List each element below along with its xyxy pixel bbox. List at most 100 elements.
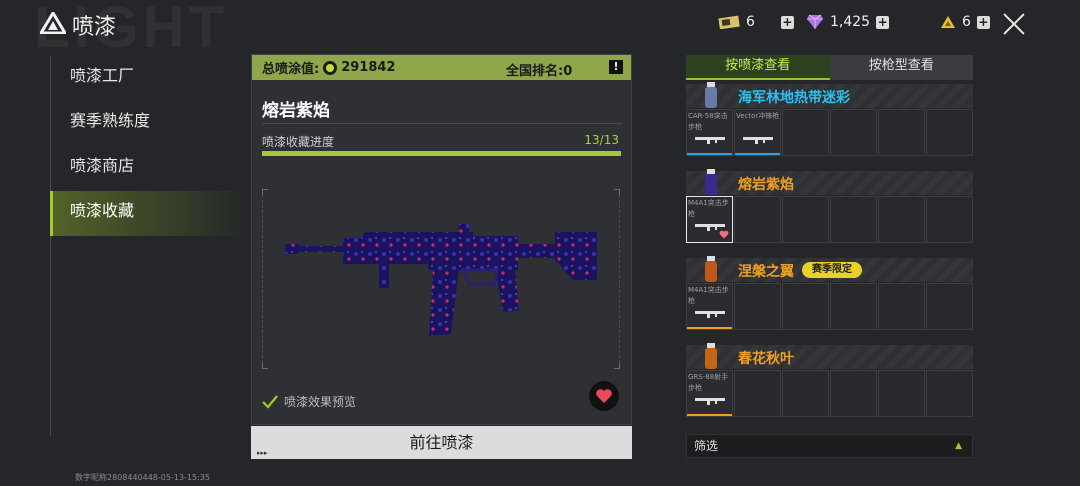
go-to-spray-button[interactable]: 前往喷漆 ▸▸▸ [251, 426, 632, 459]
empty-weapon-slot [926, 196, 973, 243]
empty-weapon-slot [926, 283, 973, 330]
rarity-underline [735, 153, 780, 155]
gold-count: 6 [962, 14, 971, 30]
rarity-underline [687, 327, 732, 329]
weapon-slots: CAR-58突击步枪 Vector冲锋枪 [686, 109, 973, 156]
corner-mark [262, 363, 268, 369]
heart-icon [596, 389, 612, 403]
total-spray-value: 291842 [341, 60, 396, 75]
empty-weapon-slot [926, 370, 973, 417]
ticket-icon [718, 15, 740, 29]
diamond-count: 1,425 [830, 14, 871, 30]
weapon-slot[interactable]: M4A1突击步枪 [686, 283, 733, 330]
page-title: 喷漆 [72, 15, 117, 40]
empty-weapon-slot [878, 109, 925, 156]
spray-group: 熔岩紫焰 M4A1突击步枪 [686, 169, 973, 258]
empty-weapon-slot [734, 196, 781, 243]
weapon-thumbnail-icon [695, 311, 725, 318]
weapon-slot[interactable]: GRS-88射手步枪 [686, 370, 733, 417]
triangle-up-icon: ▲ [955, 441, 962, 451]
empty-weapon-slot [782, 370, 829, 417]
header: 喷漆 6 + 1,425 + 6 + [0, 0, 1080, 48]
empty-weapon-slot [830, 196, 877, 243]
corner-mark [614, 189, 620, 195]
heart-icon [719, 230, 729, 239]
empty-weapon-slot [782, 283, 829, 330]
skin-detail-panel: 总喷涂值: 291842 全国排名:0 ! 熔岩紫焰 喷漆收藏进度 13/13 [251, 54, 632, 425]
spray-preview-label: 喷漆效果预览 [284, 395, 357, 409]
weapon-slot[interactable]: CAR-58突击步枪 [686, 109, 733, 156]
close-icon[interactable] [1002, 12, 1026, 36]
weapon-slot[interactable]: Vector冲锋枪 [734, 109, 781, 156]
spray-group-header[interactable]: 熔岩紫焰 [686, 169, 973, 195]
uid-watermark: 数字昵称2808440448-05-13-15:35 [75, 473, 210, 482]
weapon-preview[interactable] [262, 189, 620, 369]
corner-mark [614, 363, 620, 369]
spray-group-header[interactable]: 涅槃之翼 赛季限定 [686, 256, 973, 282]
sidebar-item-spray-factory[interactable]: 喷漆工厂 [50, 56, 240, 101]
total-spray-label: 总喷涂值: [262, 62, 320, 77]
spray-group-name: 熔岩紫焰 [738, 177, 794, 193]
weapon-slots: GRS-88射手步枪 [686, 370, 973, 417]
weapon-name: GRS-88射手步枪 [688, 373, 729, 392]
empty-weapon-slot [830, 283, 877, 330]
tab-by-weapon[interactable]: 按枪型查看 [829, 55, 973, 80]
spray-group: 海军林地热带迷彩 CAR-58突击步枪 Vector冲锋枪 [686, 82, 973, 171]
sidebar-item-spray-shop[interactable]: 喷漆商店 [50, 146, 240, 191]
gold-triangle-icon [941, 16, 955, 28]
spray-group: 春花秋叶 GRS-88射手步枪 [686, 343, 973, 432]
empty-weapon-slot [782, 196, 829, 243]
add-ticket-button[interactable]: + [780, 15, 794, 29]
go-to-spray-label: 前往喷漆 [409, 433, 474, 452]
spray-preview-toggle[interactable]: 喷漆效果预览 [262, 393, 356, 410]
spray-can-icon [705, 343, 717, 369]
stat-bar: 总喷涂值: 291842 全国排名:0 ! [252, 55, 631, 80]
national-rank: 全国排名:0 [506, 64, 573, 79]
sidebar-item-spray-collection[interactable]: 喷漆收藏 [50, 191, 240, 236]
add-gold-button[interactable]: + [976, 15, 990, 29]
spray-group-name: 海军林地热带迷彩 [738, 90, 850, 106]
weapon-slots: M4A1突击步枪 [686, 283, 973, 330]
empty-weapon-slot [734, 283, 781, 330]
weapon-name: Vector冲锋枪 [736, 112, 780, 120]
progress-count: 13/13 [584, 133, 619, 147]
game-logo-icon [40, 12, 66, 34]
season-limited-badge: 赛季限定 [802, 262, 862, 278]
view-tabs: 按喷漆查看 按枪型查看 [686, 55, 973, 80]
info-icon[interactable]: ! [609, 60, 623, 74]
weapon-name: M4A1突击步枪 [688, 286, 729, 305]
spray-coin-icon [323, 60, 338, 75]
progress-bar [262, 151, 621, 156]
empty-weapon-slot [830, 370, 877, 417]
favorite-button[interactable] [589, 381, 619, 411]
rarity-underline [687, 153, 732, 155]
progress-fill [262, 151, 621, 156]
sidebar: 喷漆工厂 赛季熟练度 喷漆商店 喷漆收藏 [50, 56, 240, 236]
weapon-name: CAR-58突击步枪 [688, 112, 728, 131]
sidebar-item-season-mastery[interactable]: 赛季熟练度 [50, 101, 240, 146]
weapon-slot[interactable]: M4A1突击步枪 [686, 196, 733, 243]
spray-group-name: 涅槃之翼 [738, 264, 794, 280]
spray-can-icon [705, 169, 717, 195]
weapon-name: M4A1突击步枪 [688, 199, 729, 218]
spray-group-header[interactable]: 海军林地热带迷彩 [686, 82, 973, 108]
spray-group-header[interactable]: 春花秋叶 [686, 343, 973, 369]
spray-can-icon [705, 82, 717, 108]
empty-weapon-slot [734, 370, 781, 417]
corner-mark [262, 189, 268, 195]
filter-dropdown[interactable]: 筛选 ▲ [686, 434, 973, 458]
spray-list: 海军林地热带迷彩 CAR-58突击步枪 Vector冲锋枪 熔岩紫焰 M4A1突击步枪涅… [686, 82, 973, 432]
checkmark-icon [262, 394, 278, 409]
weapon-slots: M4A1突击步枪 [686, 196, 973, 243]
empty-weapon-slot [830, 109, 877, 156]
filter-label: 筛选 [694, 439, 719, 453]
add-diamond-button[interactable]: + [876, 15, 890, 29]
empty-weapon-slot [878, 283, 925, 330]
empty-weapon-slot [878, 196, 925, 243]
m4a1-rifle-image [285, 224, 597, 336]
empty-weapon-slot [878, 370, 925, 417]
tab-by-spray[interactable]: 按喷漆查看 [686, 55, 830, 80]
divider [262, 123, 622, 124]
empty-weapon-slot [782, 109, 829, 156]
spray-group: 涅槃之翼 赛季限定 M4A1突击步枪 [686, 256, 973, 345]
